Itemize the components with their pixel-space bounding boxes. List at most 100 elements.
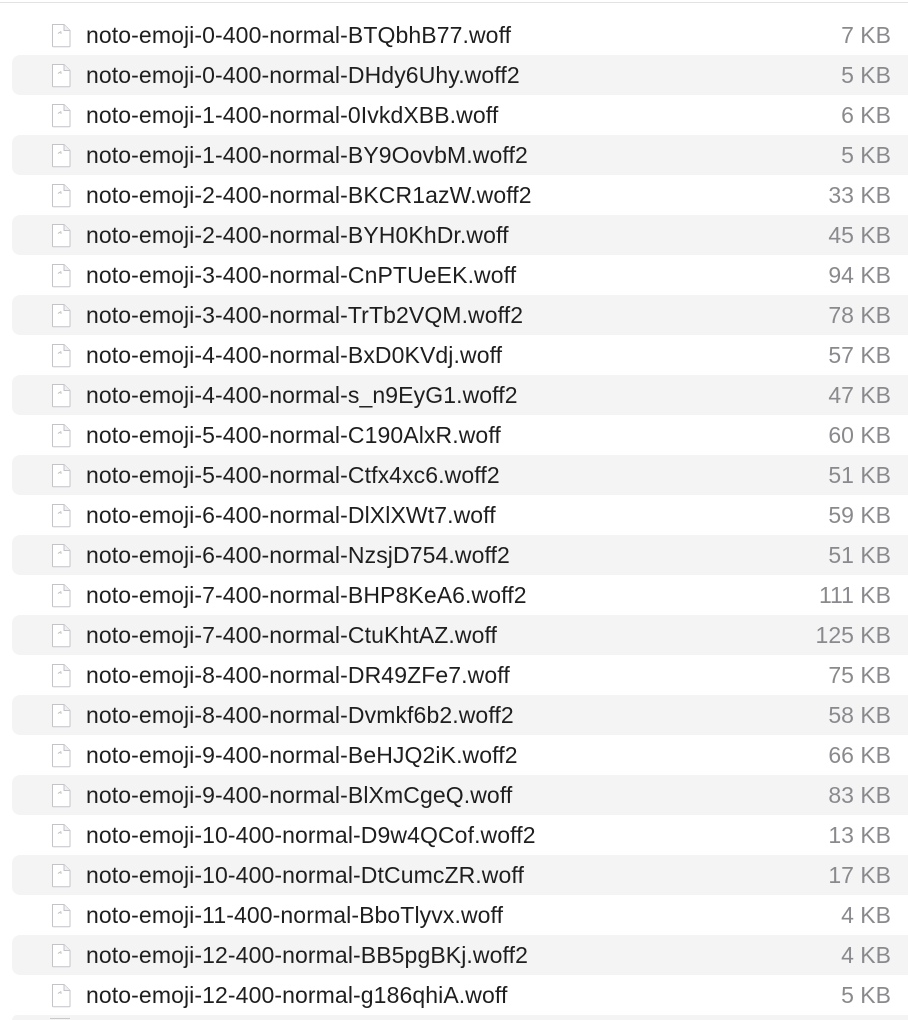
document-icon bbox=[52, 544, 71, 568]
file-size: 51 KB bbox=[828, 462, 891, 488]
document-icon bbox=[52, 64, 71, 88]
document-icon bbox=[52, 384, 71, 408]
document-icon bbox=[52, 464, 71, 488]
document-icon bbox=[52, 664, 71, 688]
document-icon bbox=[52, 744, 71, 768]
document-icon bbox=[52, 504, 71, 528]
file-name: noto-emoji-1-400-normal-0IvkdXBB.woff bbox=[86, 102, 499, 128]
file-size: 94 KB bbox=[828, 262, 891, 288]
file-name: noto-emoji-3-400-normal-TrTb2VQM.woff2 bbox=[86, 302, 524, 328]
file-name: noto-emoji-5-400-normal-C190AlxR.woff bbox=[86, 422, 501, 448]
file-size: 5 KB bbox=[841, 982, 891, 1008]
file-name: noto-emoji-8-400-normal-DR49ZFe7.woff bbox=[86, 662, 510, 688]
file-size: 51 KB bbox=[828, 542, 891, 568]
file-row[interactable]: noto-emoji-0-400-normal-DHdy6Uhy.woff2 5 … bbox=[0, 55, 908, 95]
file-size: 4 KB bbox=[841, 902, 891, 928]
file-size: 13 KB bbox=[828, 822, 891, 848]
list-item-partial[interactable] bbox=[0, 1015, 908, 1020]
file-size: 60 KB bbox=[828, 422, 891, 448]
document-icon bbox=[52, 704, 71, 728]
document-icon bbox=[52, 104, 71, 128]
file-row[interactable]: noto-emoji-8-400-normal-Dvmkf6b2.woff2 58… bbox=[0, 695, 908, 735]
file-size: 66 KB bbox=[828, 742, 891, 768]
file-size: 7 KB bbox=[841, 22, 891, 48]
document-icon bbox=[52, 904, 71, 928]
file-name: noto-emoji-9-400-normal-BlXmCgeQ.woff bbox=[86, 782, 513, 808]
file-row[interactable]: noto-emoji-6-400-normal-DlXlXWt7.woff 59 … bbox=[0, 495, 908, 535]
file-name: noto-emoji-3-400-normal-CnPTUeEK.woff bbox=[86, 262, 517, 288]
file-row[interactable]: noto-emoji-9-400-normal-BeHJQ2iK.woff2 66… bbox=[0, 735, 908, 775]
file-size: 45 KB bbox=[828, 222, 891, 248]
file-size: 83 KB bbox=[828, 782, 891, 808]
file-row[interactable]: noto-emoji-4-400-normal-BxD0KVdj.woff 57 … bbox=[0, 335, 908, 375]
file-size: 57 KB bbox=[828, 342, 891, 368]
file-name: noto-emoji-7-400-normal-CtuKhtAZ.woff bbox=[86, 622, 498, 648]
document-icon bbox=[52, 784, 71, 808]
file-row[interactable]: noto-emoji-7-400-normal-CtuKhtAZ.woff 125… bbox=[0, 615, 908, 655]
file-row[interactable]: noto-emoji-4-400-normal-s_n9EyG1.woff2 47… bbox=[0, 375, 908, 415]
file-name: noto-emoji-6-400-normal-NzsjD754.woff2 bbox=[86, 542, 510, 568]
file-name: noto-emoji-2-400-normal-BKCR1azW.woff2 bbox=[86, 182, 532, 208]
document-icon bbox=[52, 944, 71, 968]
file-row[interactable]: noto-emoji-12-400-normal-BB5pgBKj.woff2 4… bbox=[0, 935, 908, 975]
file-list: noto-emoji-0-400-normal-BTQbhB77.woff 7 K… bbox=[0, 15, 908, 1015]
file-row[interactable]: noto-emoji-7-400-normal-BHP8KeA6.woff2 11… bbox=[0, 575, 908, 615]
file-row[interactable]: noto-emoji-10-400-normal-DtCumcZR.woff 17… bbox=[0, 855, 908, 895]
document-icon bbox=[52, 624, 71, 648]
file-row[interactable]: noto-emoji-3-400-normal-TrTb2VQM.woff2 78… bbox=[0, 295, 908, 335]
document-icon bbox=[52, 224, 71, 248]
file-row[interactable]: noto-emoji-2-400-normal-BYH0KhDr.woff 45 … bbox=[0, 215, 908, 255]
document-icon bbox=[52, 144, 71, 168]
file-row[interactable]: noto-emoji-5-400-normal-C190AlxR.woff 60 … bbox=[0, 415, 908, 455]
file-row[interactable]: noto-emoji-0-400-normal-BTQbhB77.woff 7 K… bbox=[0, 15, 908, 55]
file-size: 4 KB bbox=[841, 942, 891, 968]
file-name: noto-emoji-6-400-normal-DlXlXWt7.woff bbox=[86, 502, 496, 528]
file-size: 17 KB bbox=[828, 862, 891, 888]
file-row[interactable]: noto-emoji-2-400-normal-BKCR1azW.woff2 33… bbox=[0, 175, 908, 215]
file-size: 111 KB bbox=[818, 582, 891, 608]
document-icon bbox=[52, 424, 71, 448]
file-size: 125 KB bbox=[815, 622, 891, 648]
file-size: 5 KB bbox=[841, 142, 891, 168]
file-row[interactable]: noto-emoji-1-400-normal-0IvkdXBB.woff 6 K… bbox=[0, 95, 908, 135]
file-name: noto-emoji-4-400-normal-BxD0KVdj.woff bbox=[86, 342, 503, 368]
file-row[interactable]: noto-emoji-10-400-normal-D9w4QCof.woff2 1… bbox=[0, 815, 908, 855]
file-size: 33 KB bbox=[828, 182, 891, 208]
file-name: noto-emoji-8-400-normal-Dvmkf6b2.woff2 bbox=[86, 702, 514, 728]
file-row[interactable]: noto-emoji-5-400-normal-Ctfx4xc6.woff2 51… bbox=[0, 455, 908, 495]
file-size: 75 KB bbox=[828, 662, 891, 688]
file-size: 58 KB bbox=[828, 702, 891, 728]
file-name: noto-emoji-7-400-normal-BHP8KeA6.woff2 bbox=[86, 582, 527, 608]
file-size: 5 KB bbox=[841, 62, 891, 88]
row-stripe bbox=[12, 1015, 908, 1020]
file-row[interactable]: noto-emoji-1-400-normal-BY9OovbM.woff2 5 … bbox=[0, 135, 908, 175]
file-row[interactable]: noto-emoji-11-400-normal-BboTlyvx.woff 4 … bbox=[0, 895, 908, 935]
file-name: noto-emoji-4-400-normal-s_n9EyG1.woff2 bbox=[86, 382, 518, 408]
file-size: 59 KB bbox=[828, 502, 891, 528]
document-icon bbox=[52, 824, 71, 848]
file-name: noto-emoji-5-400-normal-Ctfx4xc6.woff2 bbox=[86, 462, 500, 488]
file-name: noto-emoji-2-400-normal-BYH0KhDr.woff bbox=[86, 222, 509, 248]
file-row[interactable]: noto-emoji-12-400-normal-g186qhiA.woff 5 … bbox=[0, 975, 908, 1015]
document-icon bbox=[52, 864, 71, 888]
document-icon bbox=[52, 304, 71, 328]
file-name: noto-emoji-0-400-normal-BTQbhB77.woff bbox=[86, 22, 512, 48]
file-row[interactable]: noto-emoji-8-400-normal-DR49ZFe7.woff 75 … bbox=[0, 655, 908, 695]
file-size: 6 KB bbox=[841, 102, 891, 128]
file-name: noto-emoji-12-400-normal-BB5pgBKj.woff2 bbox=[86, 942, 528, 968]
file-name: noto-emoji-9-400-normal-BeHJQ2iK.woff2 bbox=[86, 742, 518, 768]
document-icon bbox=[52, 584, 71, 608]
list-top-divider bbox=[0, 2, 908, 3]
file-row[interactable]: noto-emoji-3-400-normal-CnPTUeEK.woff 94 … bbox=[0, 255, 908, 295]
file-name: noto-emoji-12-400-normal-g186qhiA.woff bbox=[86, 982, 508, 1008]
document-icon bbox=[52, 984, 71, 1008]
file-name: noto-emoji-10-400-normal-D9w4QCof.woff2 bbox=[86, 822, 536, 848]
document-icon bbox=[52, 264, 71, 288]
file-size: 47 KB bbox=[828, 382, 891, 408]
document-icon bbox=[52, 24, 71, 48]
file-row[interactable]: noto-emoji-9-400-normal-BlXmCgeQ.woff 83 … bbox=[0, 775, 908, 815]
file-row[interactable]: noto-emoji-6-400-normal-NzsjD754.woff2 51… bbox=[0, 535, 908, 575]
file-size: 78 KB bbox=[828, 302, 891, 328]
document-icon bbox=[52, 344, 71, 368]
file-name: noto-emoji-1-400-normal-BY9OovbM.woff2 bbox=[86, 142, 528, 168]
